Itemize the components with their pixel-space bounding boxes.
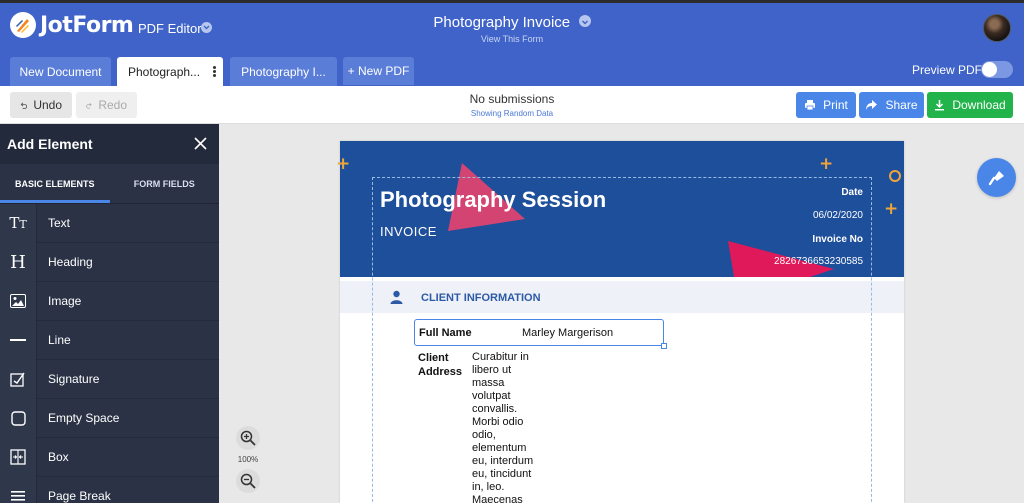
element-label: Line — [48, 333, 71, 347]
download-button[interactable]: Download — [927, 92, 1013, 118]
tab-label: Photograph... — [128, 64, 201, 79]
printer-icon — [805, 100, 816, 111]
box-icon — [0, 437, 37, 477]
user-avatar[interactable] — [983, 14, 1011, 42]
window-edge — [0, 0, 1024, 3]
image-icon — [0, 281, 37, 321]
form-title-chevron-icon[interactable] — [578, 14, 591, 27]
zoom-in-button[interactable] — [236, 426, 260, 450]
tab-label: New Document — [19, 64, 102, 79]
tab-new-document[interactable]: New Document — [10, 57, 111, 86]
tab-label: Photography I... — [241, 64, 326, 79]
text-icon: TT — [0, 203, 37, 243]
element-label: Image — [48, 294, 82, 308]
tab-form-fields[interactable]: FORM FIELDS — [110, 164, 220, 203]
zoom-out-button[interactable] — [236, 469, 260, 493]
element-label: Page Break — [48, 489, 111, 503]
element-label: Box — [48, 450, 69, 464]
empty-space-icon — [0, 398, 37, 438]
element-label: Heading — [48, 255, 93, 269]
new-pdf-button[interactable]: + New PDF — [343, 57, 414, 85]
form-title[interactable]: Photography Invoice — [433, 14, 570, 31]
element-image[interactable]: Image — [0, 281, 219, 321]
download-label: Download — [952, 98, 1006, 112]
form-title-wrap: Photography Invoice — [0, 14, 1024, 32]
top-header: JotForm PDF Editor Photography Invoice V… — [0, 0, 1024, 53]
ring-decoration — [889, 170, 901, 182]
preview-pdf-label: Preview PDF — [912, 63, 983, 77]
designer-button[interactable] — [977, 158, 1016, 197]
element-heading[interactable]: H Heading — [0, 242, 219, 282]
panel-header: Add Element — [0, 124, 219, 164]
element-label: Signature — [48, 372, 100, 386]
tab-basic-elements[interactable]: BASIC ELEMENTS — [0, 164, 110, 203]
paint-roller-icon — [988, 170, 1004, 185]
add-element-panel: Add Element BASIC ELEMENTS FORM FIELDS T… — [0, 124, 219, 503]
tab-menu-icon[interactable] — [213, 66, 216, 78]
element-line[interactable]: Line — [0, 320, 219, 360]
print-label: Print — [823, 98, 848, 112]
zoom-out-icon — [240, 473, 256, 489]
share-arrow-icon — [866, 100, 878, 110]
view-form-link[interactable]: View This Form — [0, 34, 1024, 44]
pdf-page[interactable]: Photography Session INVOICE Date 06/02/2… — [340, 141, 904, 503]
element-empty-space[interactable]: Empty Space — [0, 398, 219, 438]
element-label: Text — [48, 216, 71, 230]
share-label: Share — [885, 98, 918, 112]
tab-photography-active[interactable]: Photograph... — [117, 57, 223, 86]
preview-pdf-toggle[interactable] — [981, 61, 1013, 78]
selection-outline — [372, 177, 872, 503]
element-signature[interactable]: Signature — [0, 359, 219, 399]
toggle-knob — [982, 62, 997, 77]
download-icon — [935, 100, 945, 111]
close-icon[interactable] — [194, 137, 207, 150]
share-button[interactable]: Share — [859, 92, 924, 118]
zoom-in-icon — [240, 430, 256, 446]
plus-decoration: + — [884, 199, 899, 219]
panel-title: Add Element — [7, 136, 93, 152]
element-text[interactable]: TT Text — [0, 203, 219, 243]
plus-decoration: + — [336, 154, 351, 174]
signature-icon — [0, 359, 37, 399]
line-icon — [0, 320, 37, 360]
tab-photography-invoice[interactable]: Photography I... — [230, 57, 337, 86]
element-page-break[interactable]: Page Break — [0, 476, 219, 503]
element-label: Empty Space — [48, 411, 120, 425]
panel-tabs: BASIC ELEMENTS FORM FIELDS — [0, 164, 219, 204]
plus-decoration: + — [819, 154, 834, 174]
element-box[interactable]: Box — [0, 437, 219, 477]
print-button[interactable]: Print — [796, 92, 856, 118]
zoom-level: 100% — [237, 455, 259, 464]
page-break-icon — [0, 476, 37, 503]
heading-icon: H — [0, 242, 37, 282]
